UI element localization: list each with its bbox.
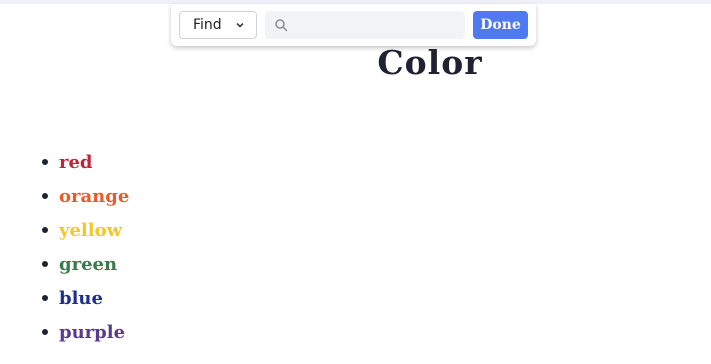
find-mode-label: Find <box>193 17 222 33</box>
color-label-orange: orange <box>59 186 130 207</box>
list-item: green <box>42 248 129 282</box>
color-list: red orange yellow green blue purple <box>42 146 129 350</box>
page-title: Color <box>377 43 483 82</box>
bullet-icon <box>42 158 48 165</box>
list-item: blue <box>42 282 129 316</box>
color-label-blue: blue <box>59 288 103 309</box>
find-mode-dropdown[interactable]: Find <box>179 11 257 39</box>
color-label-purple: purple <box>59 322 126 343</box>
chevron-down-icon <box>236 23 244 28</box>
search-input[interactable] <box>293 11 459 39</box>
bullet-icon <box>42 260 48 267</box>
list-item: purple <box>42 316 129 350</box>
bullet-icon <box>42 294 48 301</box>
search-field[interactable] <box>265 11 465 39</box>
list-item: yellow <box>42 214 129 248</box>
color-label-yellow: yellow <box>59 220 123 241</box>
bullet-icon <box>42 192 48 199</box>
list-item: orange <box>42 180 129 214</box>
list-item: red <box>42 146 129 180</box>
done-button[interactable]: Done <box>473 11 528 39</box>
color-label-red: red <box>59 152 93 173</box>
search-icon <box>275 19 288 32</box>
color-label-green: green <box>59 254 118 275</box>
bullet-icon <box>42 328 48 335</box>
bullet-icon <box>42 226 48 233</box>
